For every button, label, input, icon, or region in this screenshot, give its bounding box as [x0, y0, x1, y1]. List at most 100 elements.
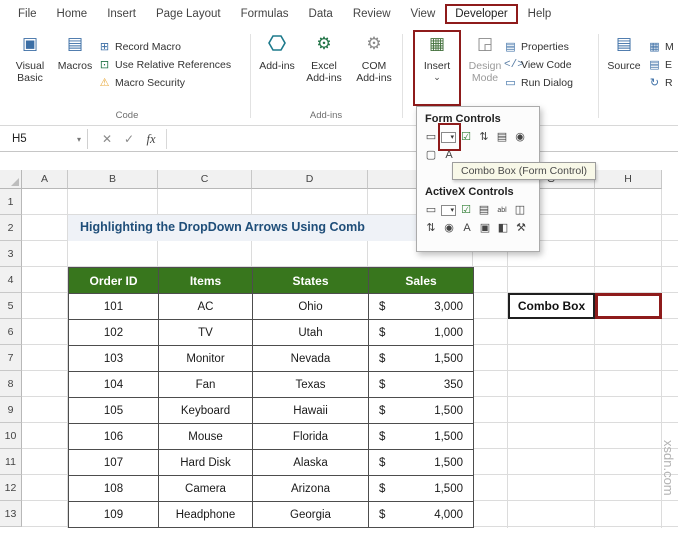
text-box-icon[interactable]: abl [494, 203, 510, 217]
combo-box-icon[interactable]: ▾ [441, 132, 456, 143]
combo-box-icon[interactable]: ▾ [441, 205, 456, 216]
cell[interactable]: Alaska [253, 450, 369, 476]
group-box-icon[interactable]: ▢ [423, 148, 439, 162]
cell-sales[interactable]: $3,000 [369, 294, 474, 320]
row-header-9[interactable]: 9 [0, 397, 22, 423]
use-relative-references-button[interactable]: ⊡ Use Relative References [98, 56, 231, 73]
cell[interactable]: Utah [253, 320, 369, 346]
run-dialog-button[interactable]: ▭ Run Dialog [504, 74, 573, 91]
cell[interactable]: Arizona [253, 476, 369, 502]
source-button[interactable]: ▤ Source [604, 32, 644, 108]
command-button-icon[interactable]: ▭ [423, 203, 439, 217]
row-header-11[interactable]: 11 [0, 449, 22, 475]
design-mode-button[interactable]: ◲ Design Mode [462, 32, 508, 108]
cell-sales[interactable]: $1,500 [369, 424, 474, 450]
view-code-button[interactable]: </> View Code [504, 56, 572, 73]
list-box-icon[interactable]: ▤ [476, 203, 492, 217]
cell-sales[interactable]: $1,500 [369, 476, 474, 502]
expansion-packs-button[interactable]: ▤ E [648, 56, 672, 73]
cell[interactable]: Nevada [253, 346, 369, 372]
row-header-8[interactable]: 8 [0, 371, 22, 397]
tab-help[interactable]: Help [518, 5, 562, 23]
row-header-12[interactable]: 12 [0, 475, 22, 501]
cell[interactable]: Mouse [159, 424, 253, 450]
combo-box-label-cell[interactable]: Combo Box [508, 293, 595, 319]
check-box-icon[interactable]: ☑ [458, 203, 474, 217]
row-header-2[interactable]: 2 [0, 215, 22, 241]
list-box-icon[interactable]: ▤ [494, 130, 510, 144]
select-all-corner[interactable] [0, 170, 22, 189]
row-header-7[interactable]: 7 [0, 345, 22, 371]
insert-function-icon[interactable]: fx [142, 129, 160, 149]
record-macro-button[interactable]: ⊞ Record Macro [98, 38, 181, 55]
column-header-A[interactable]: A [22, 170, 68, 189]
cell[interactable]: Ohio [253, 294, 369, 320]
cell[interactable]: 107 [69, 450, 159, 476]
insert-controls-button[interactable]: ▦ Insert ⌄ [416, 32, 458, 108]
option-button-icon[interactable]: ◉ [441, 221, 457, 235]
tab-developer[interactable]: Developer [445, 4, 517, 24]
more-controls-icon[interactable]: ⚒ [513, 221, 529, 235]
cell-sales[interactable]: $350 [369, 372, 474, 398]
cell[interactable]: 101 [69, 294, 159, 320]
row-header-4[interactable]: 4 [0, 267, 22, 293]
cell-sales[interactable]: $4,000 [369, 502, 474, 528]
name-box[interactable]: H5 ▾ [4, 129, 88, 149]
row-header-5[interactable]: 5 [0, 293, 22, 319]
column-header-B[interactable]: B [68, 170, 158, 189]
cancel-icon[interactable]: ✕ [98, 129, 116, 149]
properties-button[interactable]: ▤ Properties [504, 38, 569, 55]
spin-button-icon[interactable]: ⇅ [423, 221, 439, 235]
cell[interactable]: AC [159, 294, 253, 320]
cell[interactable]: Hawaii [253, 398, 369, 424]
cell[interactable]: 106 [69, 424, 159, 450]
excel-add-ins-button[interactable]: ⚙ Excel Add-ins [300, 32, 348, 108]
label-icon[interactable]: A [441, 148, 457, 162]
row-header-3[interactable]: 3 [0, 241, 22, 267]
cell[interactable]: Fan [159, 372, 253, 398]
tab-insert[interactable]: Insert [97, 5, 146, 23]
cell[interactable]: Florida [253, 424, 369, 450]
cell[interactable]: Monitor [159, 346, 253, 372]
button-icon[interactable]: ▭ [423, 130, 439, 144]
cell[interactable]: 109 [69, 502, 159, 528]
tab-formulas[interactable]: Formulas [231, 5, 299, 23]
tab-review[interactable]: Review [343, 5, 401, 23]
tab-home[interactable]: Home [47, 5, 98, 23]
cell[interactable]: Georgia [253, 502, 369, 528]
spin-button-icon[interactable]: ⇅ [476, 130, 492, 144]
option-button-icon[interactable]: ◉ [512, 130, 528, 144]
cell-sales[interactable]: $1,500 [369, 398, 474, 424]
cell[interactable]: Hard Disk [159, 450, 253, 476]
cell[interactable]: 104 [69, 372, 159, 398]
tab-page-layout[interactable]: Page Layout [146, 5, 231, 23]
cell[interactable]: 108 [69, 476, 159, 502]
map-properties-button[interactable]: ▦ M [648, 38, 674, 55]
header-states[interactable]: States [253, 268, 369, 294]
tab-data[interactable]: Data [299, 5, 343, 23]
scroll-bar-icon[interactable]: ◫ [512, 203, 528, 217]
name-box-dropdown-icon[interactable]: ▾ [77, 135, 81, 144]
macro-security-button[interactable]: ⚠ Macro Security [98, 74, 185, 91]
cell-sales[interactable]: $1,000 [369, 320, 474, 346]
cell[interactable]: 105 [69, 398, 159, 424]
visual-basic-button[interactable]: ▣ Visual Basic [8, 32, 52, 108]
row-header-1[interactable]: 1 [0, 189, 22, 215]
tab-view[interactable]: View [401, 5, 446, 23]
cell[interactable]: Keyboard [159, 398, 253, 424]
com-add-ins-button[interactable]: ⚙ COM Add-ins [350, 32, 398, 108]
add-ins-button[interactable]: Add-ins [256, 32, 298, 108]
cell-sales[interactable]: $1,500 [369, 346, 474, 372]
row-header-6[interactable]: 6 [0, 319, 22, 345]
header-items[interactable]: Items [159, 268, 253, 294]
macros-button[interactable]: ▤ Macros [54, 32, 96, 108]
label-icon[interactable]: A [459, 221, 475, 235]
check-box-icon[interactable]: ☑ [458, 130, 474, 144]
enter-check-icon[interactable]: ✓ [120, 129, 138, 149]
cell[interactable]: Headphone [159, 502, 253, 528]
column-header-D[interactable]: D [252, 170, 368, 189]
row-header-10[interactable]: 10 [0, 423, 22, 449]
cell[interactable]: Camera [159, 476, 253, 502]
column-header-C[interactable]: C [158, 170, 252, 189]
cell[interactable]: TV [159, 320, 253, 346]
